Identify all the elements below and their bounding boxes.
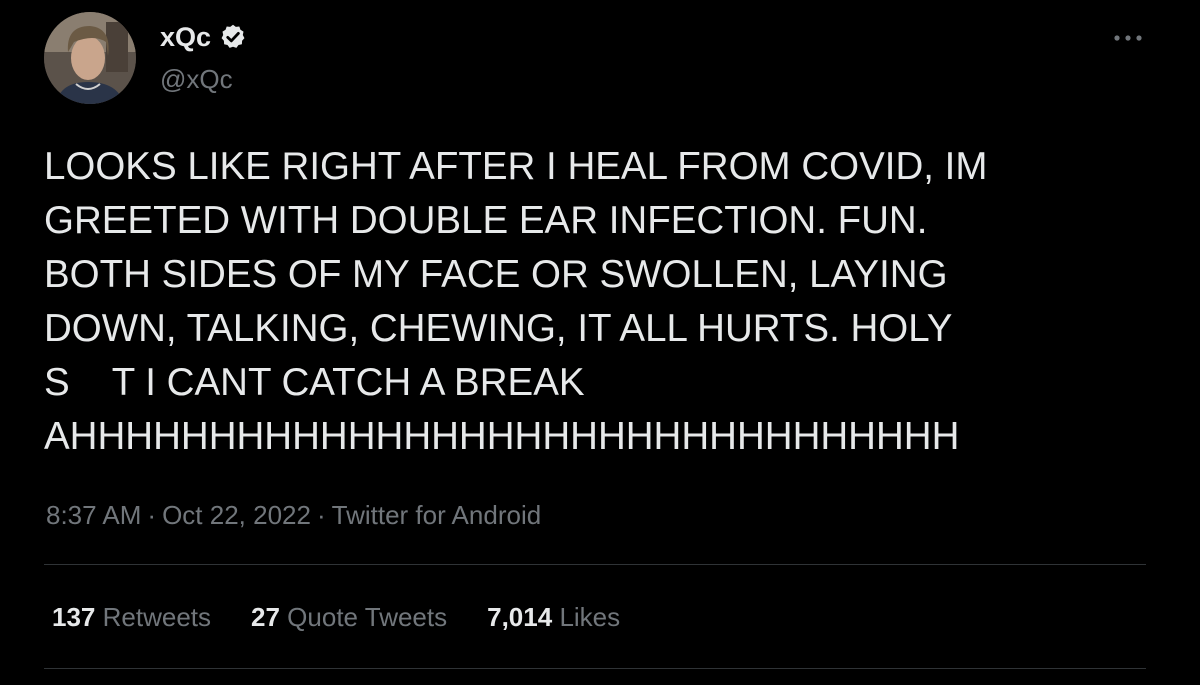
tweet-stats: 137 Retweets 27 Quote Tweets 7,014 Likes: [52, 600, 620, 634]
quote-tweets-stat[interactable]: 27 Quote Tweets: [251, 600, 447, 634]
avatar-image: [44, 12, 136, 104]
tweet-time[interactable]: 8:37 AM: [46, 500, 141, 530]
author-display-name[interactable]: xQc: [160, 22, 211, 52]
quote-tweets-count: 27: [251, 602, 280, 632]
retweets-count: 137: [52, 602, 96, 632]
verified-badge-icon: [219, 23, 247, 51]
tweet-date[interactable]: Oct 22, 2022: [162, 500, 311, 530]
avatar[interactable]: [44, 12, 136, 104]
tweet-text-line: AHHHHHHHHHHHHHHHHHHHHHHHHHHHHHHHH: [44, 415, 960, 458]
tweet-text-line: DOWN, TALKING, CHEWING, IT ALL HURTS. HO…: [44, 307, 953, 350]
tweet-text-line: S T I CANT CATCH A BREAK: [44, 361, 585, 404]
divider: [44, 668, 1146, 669]
tweet-text-line: LOOKS LIKE RIGHT AFTER I HEAL FROM COVID…: [44, 145, 988, 188]
meta-separator: ·: [147, 500, 157, 530]
quote-tweets-label: Quote Tweets: [287, 602, 448, 632]
likes-label: Likes: [559, 602, 621, 632]
retweets-stat[interactable]: 137 Retweets: [52, 600, 211, 634]
meta-separator: ·: [316, 500, 326, 530]
likes-stat[interactable]: 7,014 Likes: [487, 600, 620, 634]
author-handle[interactable]: @xQc: [160, 64, 233, 94]
tweet-text-line: BOTH SIDES OF MY FACE OR SWOLLEN, LAYING: [44, 253, 948, 296]
tweet-source[interactable]: Twitter for Android: [332, 500, 542, 530]
more-options-button[interactable]: [1108, 24, 1148, 52]
more-dots-icon: [1114, 35, 1142, 41]
tweet-text-line: GREETED WITH DOUBLE EAR INFECTION. FUN.: [44, 199, 928, 242]
likes-count: 7,014: [487, 602, 553, 632]
divider: [44, 564, 1146, 565]
tweet-text: LOOKS LIKE RIGHT AFTER I HEAL FROM COVID…: [44, 140, 1154, 464]
retweets-label: Retweets: [102, 602, 212, 632]
tweet-card: xQc @xQc LOOKS LIKE RIGHT AFTER I HEAL F…: [0, 0, 1200, 685]
tweet-metadata: 8:37 AM · Oct 22, 2022 · Twitter for Android: [46, 498, 541, 532]
author-name-row[interactable]: xQc: [160, 22, 247, 52]
